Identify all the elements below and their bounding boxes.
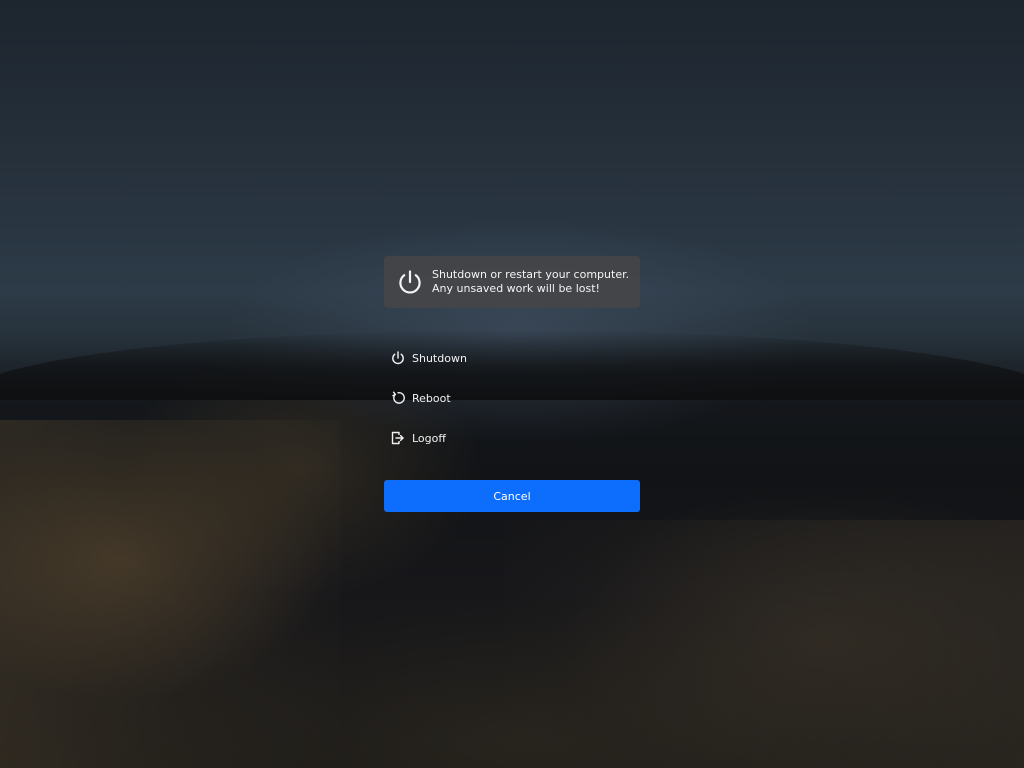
cancel-button[interactable]: Cancel	[384, 480, 640, 512]
power-dialog: Shutdown or restart your computer. Any u…	[384, 256, 640, 458]
logoff-label: Logoff	[412, 431, 446, 445]
notice-line-2: Any unsaved work will be lost!	[432, 282, 600, 295]
notice-line-1: Shutdown or restart your computer.	[432, 268, 630, 281]
power-icon	[390, 350, 406, 366]
shutdown-button[interactable]: Shutdown	[384, 338, 640, 378]
reboot-label: Reboot	[412, 391, 451, 405]
warning-notice: Shutdown or restart your computer. Any u…	[384, 256, 640, 308]
notice-message: Shutdown or restart your computer. Any u…	[432, 268, 629, 296]
logoff-icon	[390, 430, 406, 446]
wallpaper-foreground-left	[0, 420, 340, 768]
reboot-button[interactable]: Reboot	[384, 378, 640, 418]
logoff-button[interactable]: Logoff	[384, 418, 640, 458]
power-icon	[395, 267, 425, 297]
reboot-icon	[390, 390, 406, 406]
power-actions-list: Shutdown Reboot Logoff	[384, 338, 640, 458]
shutdown-label: Shutdown	[412, 351, 467, 365]
wallpaper-foreground-right	[504, 520, 1024, 768]
